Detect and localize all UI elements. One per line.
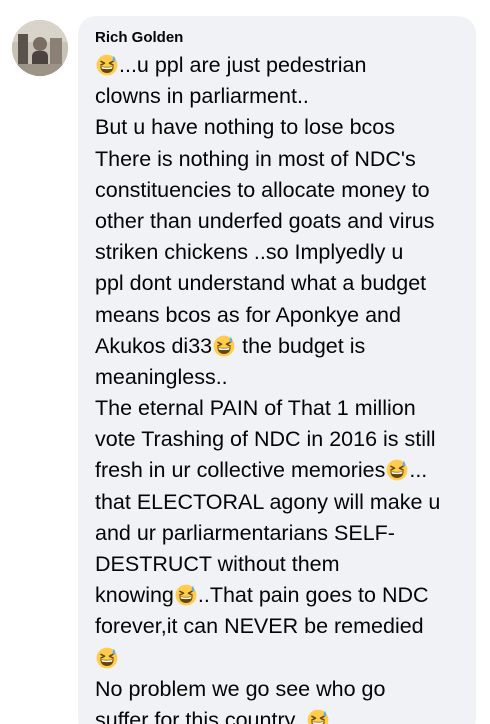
comment-text: But u have nothing to lose bcos <box>95 115 396 140</box>
grinning-squinting-face-with-sweat-icon <box>96 647 118 668</box>
comment-line: vote Trashing of NDC in 2016 is still <box>95 424 464 455</box>
comment-thread: Rich Golden ...u ppl are just pedestrian… <box>0 0 490 724</box>
comment-text: Akukos di33 <box>95 333 213 358</box>
comment-line <box>95 643 464 674</box>
comment-text: means bcos as for Aponkye and <box>95 302 401 327</box>
grinning-squinting-face-with-sweat-icon <box>175 584 197 606</box>
comment-line: meaningless.. <box>95 362 464 393</box>
comment-text: knowing <box>95 583 174 608</box>
comment-text: meaningless.. <box>95 364 228 389</box>
comment-line: ppl dont understand what a budget <box>95 268 464 299</box>
comment-line: suffer for this country.. <box>95 705 464 724</box>
comment-text: suffer for this country.. <box>95 707 306 724</box>
comment-text: DESTRUCT without them <box>95 552 340 576</box>
comment-line: clowns in parliarment.. <box>95 81 464 112</box>
comment-text: forever,it can NEVER be remedied <box>95 614 424 639</box>
comment-line: other than underfed goats and virus <box>95 206 464 237</box>
comment-text: No problem we go see who go <box>95 676 386 701</box>
comment-text: the budget is <box>236 333 366 358</box>
comment-line: But u have nothing to lose bcos <box>95 112 464 143</box>
comment-body: ...u ppl are just pedestrian clowns in pa… <box>95 50 464 724</box>
grinning-squinting-face-with-sweat-icon <box>213 335 235 357</box>
comment-bubble: Rich Golden ...u ppl are just pedestrian… <box>78 16 476 724</box>
avatar[interactable] <box>12 20 68 76</box>
grinning-squinting-face-with-sweat-icon <box>96 54 118 76</box>
comment-line: Akukos di33 the budget is <box>95 331 464 362</box>
comment-line: forever,it can NEVER be remedied <box>95 611 464 642</box>
comment-text: other than underfed goats and virus <box>95 208 435 233</box>
comment-line: and ur parliarmentarians SELF- <box>95 518 464 549</box>
grinning-squinting-face-with-sweat-icon <box>386 460 408 481</box>
comment-line: striken chickens ..so Implyedly u <box>95 237 464 268</box>
comment-author[interactable]: Rich Golden <box>95 28 464 48</box>
comment-line: knowing ..That pain goes to NDC <box>95 580 464 611</box>
comment-text: and ur parliarmentarians SELF- <box>95 520 395 545</box>
comment-line: ...u ppl are just pedestrian <box>95 50 464 81</box>
comment-text: The eternal PAIN of That 1 million <box>95 396 416 421</box>
comment-text: vote Trashing of NDC in 2016 is still <box>95 427 436 452</box>
comment-line: that ELECTORAL agony will make u <box>95 487 464 518</box>
avatar-photo <box>12 20 68 76</box>
comment-text: ...u ppl are just pedestrian <box>119 53 367 77</box>
comment-text: clowns in parliarment.. <box>95 84 309 109</box>
comment-text: There is nothing in most of NDC's <box>95 146 416 171</box>
comment-line: The eternal PAIN of That 1 million <box>95 393 464 424</box>
comment-line: means bcos as for Aponkye and <box>95 300 464 331</box>
comment-line: fresh in ur collective memories... <box>95 455 464 486</box>
comment-line: No problem we go see who go <box>95 674 464 705</box>
comment-text: ppl dont understand what a budget <box>95 271 427 296</box>
comment-text: ..That pain goes to NDC <box>197 583 429 608</box>
comment-line: constituencies to allocate money to <box>95 175 464 206</box>
comment-line: There is nothing in most of NDC's <box>95 144 464 175</box>
grinning-squinting-face-with-sweat-icon <box>307 709 329 724</box>
comment-text: fresh in ur collective memories <box>95 458 386 483</box>
comment-text: that ELECTORAL agony will make u <box>95 489 441 514</box>
comment-line: DESTRUCT without them <box>95 549 464 580</box>
comment-text: constituencies to allocate money to <box>95 177 430 202</box>
comment-text: ... <box>409 458 428 483</box>
comment-text: striken chickens ..so Implyedly u <box>95 240 404 265</box>
